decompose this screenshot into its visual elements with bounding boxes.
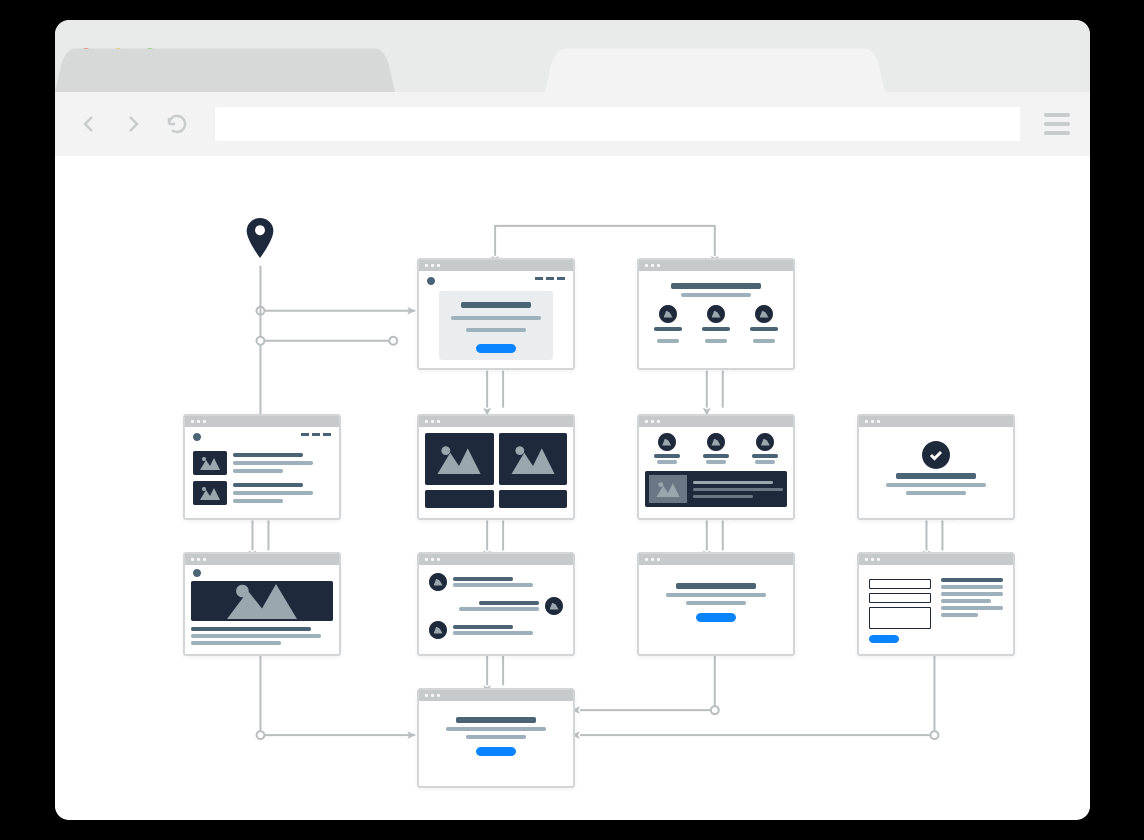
node-cta-page-b[interactable] xyxy=(417,688,575,788)
image-icon xyxy=(425,490,494,508)
banner-image-icon xyxy=(191,581,333,621)
avatar-icon xyxy=(658,433,676,451)
browser-tab-inactive[interactable] xyxy=(55,49,395,92)
browser-window xyxy=(55,20,1090,820)
image-icon xyxy=(193,451,227,475)
node-cta-page-a[interactable] xyxy=(637,552,795,656)
start-pin-icon xyxy=(246,218,274,258)
avatar-icon xyxy=(756,433,774,451)
reload-icon[interactable] xyxy=(163,110,191,138)
avatar-icon xyxy=(429,573,447,591)
node-article-list[interactable] xyxy=(183,414,341,520)
avatar-icon xyxy=(545,597,563,615)
node-comments[interactable] xyxy=(417,552,575,656)
browser-toolbar xyxy=(55,92,1090,156)
node-home-hero[interactable] xyxy=(417,258,575,370)
avatar-icon xyxy=(755,305,773,323)
back-icon[interactable] xyxy=(75,110,103,138)
checkmark-icon xyxy=(922,441,950,469)
node-form-page[interactable] xyxy=(857,552,1015,656)
node-confirmation[interactable] xyxy=(857,414,1015,520)
browser-tabstrip xyxy=(55,20,1090,92)
page-viewport xyxy=(55,156,1090,820)
image-icon xyxy=(499,433,568,485)
banner-image-icon xyxy=(645,471,787,507)
image-icon xyxy=(499,490,568,508)
node-gallery-grid[interactable] xyxy=(417,414,575,520)
url-bar[interactable] xyxy=(215,107,1020,141)
menu-icon[interactable] xyxy=(1044,113,1070,135)
form-submit-icon xyxy=(869,635,899,643)
avatar-icon xyxy=(659,305,677,323)
node-product-list[interactable] xyxy=(637,414,795,520)
image-icon xyxy=(425,433,494,485)
node-category-landing[interactable] xyxy=(637,258,795,370)
image-icon xyxy=(193,481,227,505)
node-article-detail[interactable] xyxy=(183,552,341,656)
avatar-icon xyxy=(429,621,447,639)
sitemap-diagram xyxy=(55,156,1090,820)
form-field-icon xyxy=(869,579,931,589)
forward-icon[interactable] xyxy=(119,110,147,138)
form-field-icon xyxy=(869,593,931,603)
form-textarea-icon xyxy=(869,607,931,629)
avatar-icon xyxy=(707,305,725,323)
avatar-icon xyxy=(707,433,725,451)
browser-tab-active[interactable] xyxy=(545,49,885,92)
